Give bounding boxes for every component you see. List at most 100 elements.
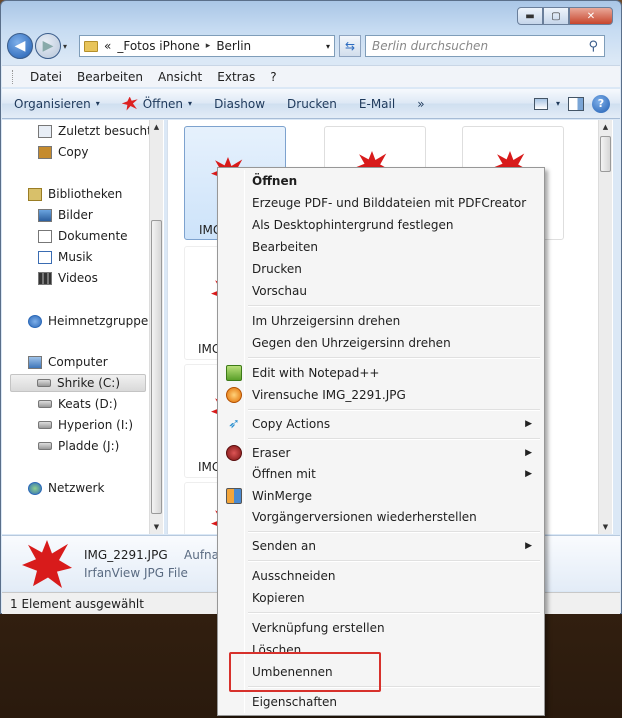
address-bar[interactable]: « _Fotos iPhone ▸ Berlin ▾ <box>79 35 335 57</box>
nav-scroll-thumb[interactable] <box>151 220 162 514</box>
ctx-print[interactable]: Drucken <box>220 258 542 280</box>
breadcrumb-berlin[interactable]: Berlin <box>216 39 251 53</box>
ctx-eraser[interactable]: Eraser ▶ <box>220 442 542 464</box>
address-overflow[interactable]: « <box>104 39 111 53</box>
ctx-open-with[interactable]: Öffnen mit ▶ <box>220 463 542 485</box>
back-button[interactable]: ◀ <box>7 33 33 59</box>
forward-arrow-icon: ▶ <box>42 38 54 54</box>
nav-drive-d[interactable]: Keats (D:) <box>38 395 117 413</box>
ctx-separator <box>248 305 540 307</box>
scroll-up-icon[interactable]: ▲ <box>150 120 163 134</box>
network-icon <box>28 481 42 495</box>
nav-computer-label: Computer <box>48 355 108 369</box>
ctx-notepadpp[interactable]: Edit with Notepad++ <box>220 362 542 384</box>
nav-network[interactable]: Netzwerk <box>28 479 104 497</box>
ctx-create-shortcut[interactable]: Verknüpfung erstellen <box>220 617 542 639</box>
videos-icon <box>38 271 52 285</box>
command-bar: Organisieren ▾ Öffnen ▾ Diashow Drucken E-… <box>2 89 620 119</box>
ctx-cut[interactable]: Ausschneiden <box>220 565 542 587</box>
refresh-button[interactable]: ⇆ <box>339 35 361 57</box>
rename-highlight-box <box>229 652 381 692</box>
nav-music[interactable]: Musik <box>38 248 93 266</box>
minimize-button[interactable]: ▬ <box>517 7 543 25</box>
nav-drive-c[interactable]: Shrike (C:) <box>10 374 146 392</box>
ctx-edit[interactable]: Bearbeiten <box>220 236 542 258</box>
email-button[interactable]: E-Mail <box>359 97 395 111</box>
ctx-eraser-label: Eraser <box>252 446 291 460</box>
search-placeholder: Berlin durchsuchen <box>372 39 489 53</box>
print-button[interactable]: Drucken <box>287 97 337 111</box>
nav-homegroup[interactable]: Heimnetzgruppe <box>28 312 148 330</box>
breadcrumb-fotos-iphone[interactable]: _Fotos iPhone <box>117 39 199 53</box>
nav-computer[interactable]: Computer <box>28 353 108 371</box>
ctx-virus-scan[interactable]: Virensuche IMG_2291.JPG <box>220 384 542 406</box>
cmdbar-right: ▾ ? <box>533 94 610 113</box>
maximize-button[interactable]: ▢ <box>543 7 569 25</box>
more-commands-button[interactable]: » <box>417 97 424 111</box>
libraries-icon <box>28 187 42 201</box>
scroll-down-icon[interactable]: ▼ <box>150 520 163 534</box>
ctx-open[interactable]: Öffnen <box>220 170 542 192</box>
search-input[interactable]: Berlin durchsuchen ⚲ <box>365 35 605 57</box>
ctx-separator <box>248 560 540 562</box>
submenu-arrow-icon: ▶ <box>525 419 532 429</box>
change-view-icon[interactable] <box>533 97 548 110</box>
ctx-set-desktop-background[interactable]: Als Desktophintergrund festlegen <box>220 214 542 236</box>
menu-bar: Datei Bearbeiten Ansicht Extras ? <box>2 65 620 87</box>
breadcrumb-separator-icon[interactable]: ▸ <box>206 41 211 51</box>
forward-button[interactable]: ▶ <box>35 33 61 59</box>
nav-pictures[interactable]: Bilder <box>38 206 93 224</box>
preview-pane-icon[interactable] <box>568 96 584 111</box>
ctx-separator <box>248 612 540 614</box>
nav-scrollbar[interactable]: ▲ ▼ <box>149 120 163 534</box>
recent-pages-dropdown[interactable]: ▾ <box>63 42 75 51</box>
view-dropdown-icon[interactable]: ▾ <box>556 99 560 108</box>
ctx-open-with-label: Öffnen mit <box>252 467 316 481</box>
content-scroll-thumb[interactable] <box>600 136 611 172</box>
ctx-copy-actions[interactable]: ➶ Copy Actions ▶ <box>220 413 542 435</box>
scroll-up-icon[interactable]: ▲ <box>599 120 612 134</box>
menu-help[interactable]: ? <box>270 70 276 84</box>
scroll-down-icon[interactable]: ▼ <box>599 520 612 534</box>
submenu-arrow-icon: ▶ <box>525 448 532 458</box>
back-arrow-icon: ◀ <box>14 38 26 54</box>
nav-drive-i[interactable]: Hyperion (I:) <box>38 416 133 434</box>
nav-copy[interactable]: Copy <box>38 143 88 161</box>
ctx-winmerge[interactable]: WinMerge <box>220 485 542 507</box>
open-button[interactable]: Öffnen ▾ <box>121 96 192 111</box>
menu-datei[interactable]: Datei <box>30 70 62 84</box>
ctx-properties[interactable]: Eigenschaften <box>220 691 542 713</box>
content-scrollbar[interactable]: ▲ ▼ <box>598 120 612 534</box>
nav-recent[interactable]: Zuletzt besucht <box>38 122 152 140</box>
search-icon[interactable]: ⚲ <box>588 39 598 54</box>
ctx-send-to[interactable]: Senden an ▶ <box>220 535 542 557</box>
ctx-pdfcreator[interactable]: Erzeuge PDF- und Bilddateien mit PDFCrea… <box>220 192 542 214</box>
nav-documents[interactable]: Dokumente <box>38 227 128 245</box>
ctx-rotate-counterclockwise[interactable]: Gegen den Uhrzeigersinn drehen <box>220 332 542 354</box>
organize-button[interactable]: Organisieren ▾ <box>14 97 100 111</box>
organize-label: Organisieren <box>14 96 91 111</box>
slideshow-button[interactable]: Diashow <box>214 97 265 111</box>
status-text: 1 Element ausgewählt <box>10 596 144 611</box>
nav-drive-j[interactable]: Pladde (J:) <box>38 437 119 455</box>
close-button[interactable]: ✕ <box>569 7 613 25</box>
help-icon[interactable]: ? <box>592 94 610 113</box>
notepadpp-icon <box>226 365 242 381</box>
recent-places-icon <box>38 124 52 138</box>
menu-extras[interactable]: Extras <box>217 70 255 84</box>
address-dropdown-icon[interactable]: ▾ <box>326 42 330 51</box>
nav-libraries[interactable]: Bibliotheken <box>28 185 122 203</box>
details-filetype: IrfanView JPG File <box>84 566 188 580</box>
ctx-restore-previous-versions[interactable]: Vorgängerversionen wiederherstellen <box>220 506 542 528</box>
ctx-rotate-clockwise[interactable]: Im Uhrzeigersinn drehen <box>220 310 542 332</box>
menu-bearbeiten[interactable]: Bearbeiten <box>77 70 143 84</box>
ctx-copy[interactable]: Kopieren <box>220 587 542 609</box>
ctx-preview[interactable]: Vorschau <box>220 280 542 302</box>
ctx-separator <box>248 409 540 411</box>
ctx-separator <box>248 357 540 359</box>
nav-drive-j-label: Pladde (J:) <box>58 439 120 453</box>
nav-videos[interactable]: Videos <box>38 269 98 287</box>
menu-ansicht[interactable]: Ansicht <box>158 70 202 84</box>
eraser-icon <box>226 445 242 461</box>
nav-libraries-label: Bibliotheken <box>48 187 123 201</box>
